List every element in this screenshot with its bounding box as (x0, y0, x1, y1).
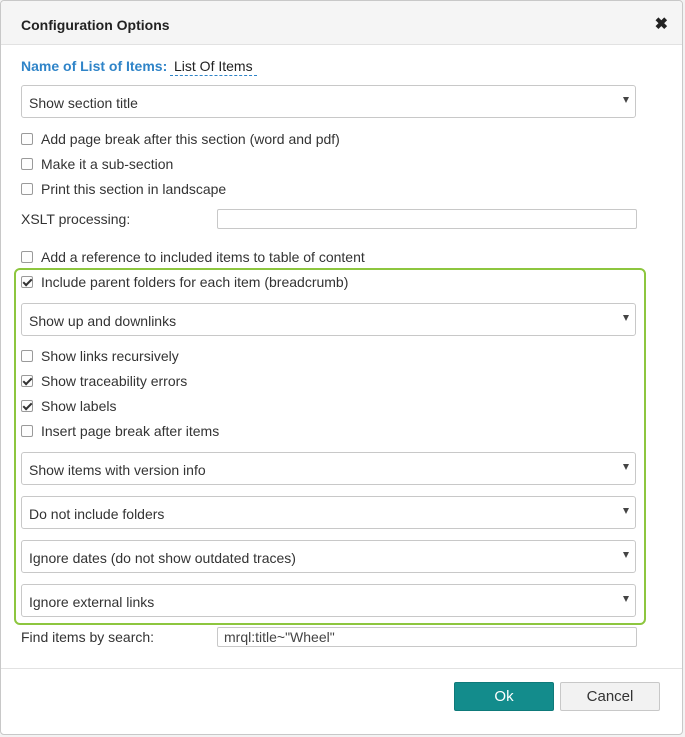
section-title-select[interactable]: Show section title (21, 85, 636, 118)
close-icon[interactable]: ✖ (655, 17, 668, 33)
checkbox[interactable] (21, 276, 33, 288)
checkbox-label: Add page break after this section (word … (41, 131, 340, 147)
search-label: Find items by search: (21, 629, 155, 645)
chevron-down-icon (623, 97, 629, 103)
links-select[interactable]: Show up and downlinks (21, 303, 636, 336)
configuration-dialog: Configuration Options ✖ Name of List of … (0, 0, 683, 735)
checkbox-label: Show traceability errors (41, 373, 188, 389)
checkbox-label: Insert page break after items (41, 423, 220, 439)
checkbox[interactable] (21, 133, 33, 145)
select-value: Show up and downlinks (29, 313, 177, 329)
xslt-label: XSLT processing: (21, 211, 131, 227)
checkbox[interactable] (21, 375, 33, 387)
dates-select[interactable]: Ignore dates (do not show outdated trace… (21, 540, 636, 573)
checkbox[interactable] (21, 158, 33, 170)
checkbox-label: Make it a sub-section (41, 156, 174, 172)
list-name-label: Name of List of Items: (21, 58, 168, 74)
version-info-select[interactable]: Show items with version info (21, 452, 636, 485)
checkbox[interactable] (21, 350, 33, 362)
checkbox-label: Show labels (41, 398, 117, 414)
folders-select[interactable]: Do not include folders (21, 496, 636, 529)
chevron-down-icon (623, 315, 629, 321)
chevron-down-icon (623, 596, 629, 602)
chevron-down-icon (623, 508, 629, 514)
select-value: Ignore external links (29, 594, 155, 610)
xslt-input[interactable] (217, 209, 637, 229)
select-value: Do not include folders (29, 506, 165, 522)
search-value: mrql:title~"Wheel" (224, 629, 335, 645)
checkbox-label: Add a reference to included items to tab… (41, 249, 365, 265)
search-input[interactable]: mrql:title~"Wheel" (217, 627, 637, 647)
checkbox[interactable] (21, 400, 33, 412)
select-value: Show section title (29, 95, 138, 111)
list-name-editable[interactable]: List Of Items (170, 58, 257, 76)
dialog-header: Configuration Options ✖ (1, 1, 682, 45)
select-value: Ignore dates (do not show outdated trace… (29, 550, 296, 566)
checkbox-label: Print this section in landscape (41, 181, 227, 197)
ok-button[interactable]: Ok (454, 682, 554, 711)
checkbox[interactable] (21, 251, 33, 263)
checkbox[interactable] (21, 183, 33, 195)
checkbox-label: Show links recursively (41, 348, 179, 364)
cancel-button[interactable]: Cancel (560, 682, 660, 711)
select-value: Show items with version info (29, 462, 206, 478)
dialog-title: Configuration Options (21, 17, 170, 33)
chevron-down-icon (623, 552, 629, 558)
checkbox-label: Include parent folders for each item (br… (41, 274, 349, 290)
external-links-select[interactable]: Ignore external links (21, 584, 636, 617)
footer-divider (1, 668, 682, 669)
checkbox[interactable] (21, 425, 33, 437)
chevron-down-icon (623, 464, 629, 470)
